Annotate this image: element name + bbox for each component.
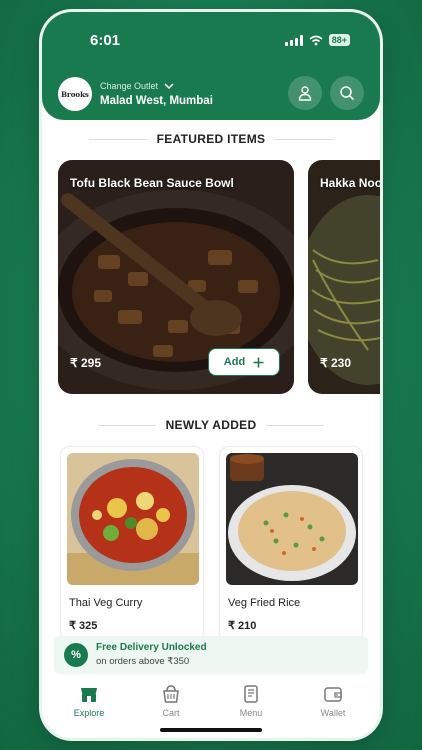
- product-card[interactable]: Thai Veg Curry ₹ 325: [60, 446, 204, 642]
- divider: [97, 424, 156, 426]
- featured-item-name: Tofu Black Bean Sauce Bowl: [70, 176, 234, 190]
- product-name: Thai Veg Curry: [69, 597, 143, 609]
- change-outlet-label: Change Outlet: [100, 81, 159, 91]
- signal-icon: [284, 34, 303, 46]
- add-to-cart-button[interactable]: Add: [208, 348, 280, 376]
- tab-wallet[interactable]: Wallet: [298, 684, 368, 718]
- tab-cart-label: Cart: [162, 708, 180, 718]
- discount-icon: %: [64, 643, 88, 667]
- outlet-name: Malad West, Mumbai: [100, 95, 213, 107]
- status-time: 6:01: [90, 32, 121, 49]
- search-icon: [340, 86, 355, 101]
- featured-item-price: ₹ 230: [320, 356, 351, 370]
- tab-menu[interactable]: Menu: [216, 684, 286, 718]
- promo-subtitle: on orders above ₹350: [96, 656, 190, 667]
- promo-title: Free Delivery Unlocked: [96, 642, 207, 653]
- wifi-icon: [309, 35, 323, 45]
- battery-indicator: 88+: [328, 34, 350, 46]
- store-icon: [81, 688, 97, 702]
- featured-card[interactable]: Hakka Noodles ₹ 230: [308, 160, 380, 394]
- phone-screen: 6:01 88+ Brooks Change Outlet Malad West…: [42, 12, 380, 738]
- app-header: 6:01 88+ Brooks Change Outlet Malad West…: [42, 12, 380, 120]
- divider: [275, 138, 334, 140]
- featured-title-text: FEATURED ITEMS: [156, 132, 266, 146]
- product-price: ₹ 325: [69, 620, 98, 632]
- brand-logo-text: Brooks: [61, 89, 89, 99]
- divider: [266, 424, 325, 426]
- tab-cart[interactable]: Cart: [136, 684, 206, 718]
- featured-item-price: ₹ 295: [70, 356, 101, 370]
- search-button[interactable]: [330, 76, 364, 110]
- profile-button[interactable]: [288, 76, 322, 110]
- menu-book-icon: [244, 685, 258, 703]
- plus-icon: [253, 357, 264, 367]
- divider: [88, 138, 147, 140]
- user-icon: [298, 86, 312, 101]
- add-button-label: Add: [223, 356, 246, 368]
- featured-card[interactable]: Tofu Black Bean Sauce Bowl ₹ 295 Add: [58, 160, 294, 394]
- product-name: Veg Fried Rice: [228, 597, 301, 609]
- status-icons: 88+: [284, 34, 350, 46]
- product-card[interactable]: Veg Fried Rice ₹ 210: [219, 446, 363, 642]
- veg-fried-rice-image: [226, 453, 358, 585]
- wallet-icon: [324, 687, 342, 702]
- tab-wallet-label: Wallet: [320, 708, 346, 718]
- featured-section-title: FEATURED ITEMS: [42, 132, 380, 146]
- change-outlet-button[interactable]: Change Outlet: [100, 81, 174, 91]
- thai-veg-curry-image: [67, 453, 199, 585]
- product-price: ₹ 210: [228, 620, 257, 632]
- featured-item-name: Hakka Noodles: [320, 176, 380, 190]
- newly-added-section-title: NEWLY ADDED: [42, 418, 380, 432]
- chevron-down-icon: [164, 83, 174, 89]
- newly-added-title-text: NEWLY ADDED: [165, 418, 257, 432]
- tab-explore[interactable]: Explore: [54, 684, 124, 718]
- tab-menu-label: Menu: [239, 708, 263, 718]
- tab-explore-label: Explore: [73, 708, 105, 718]
- home-indicator: [160, 728, 262, 732]
- basket-icon: [163, 685, 179, 703]
- brand-logo: Brooks: [58, 77, 92, 111]
- free-delivery-banner: % Free Delivery Unlocked on orders above…: [54, 636, 368, 674]
